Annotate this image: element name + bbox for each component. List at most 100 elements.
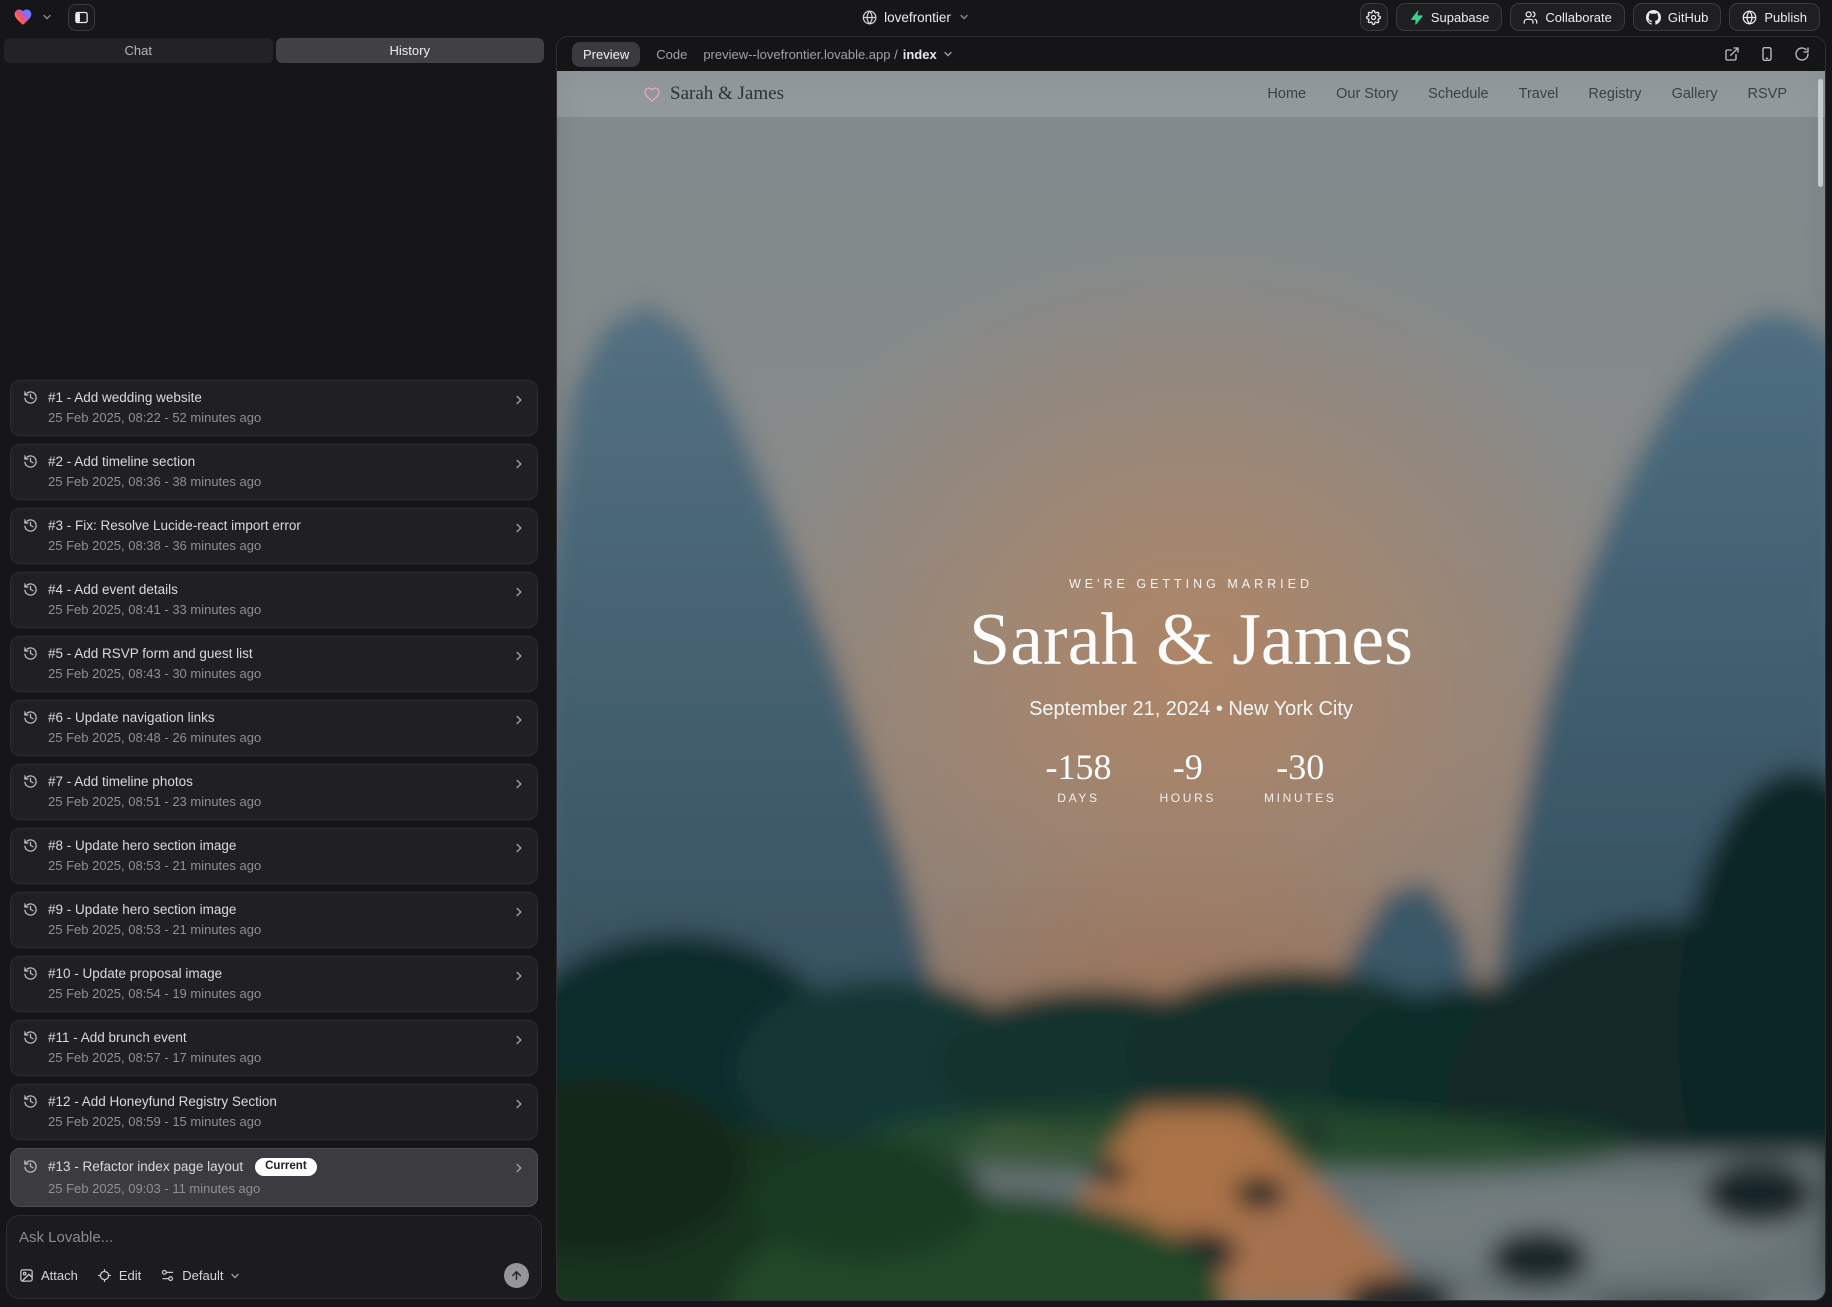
toggle-sidebar-button[interactable] — [68, 4, 95, 31]
nav-home[interactable]: Home — [1267, 86, 1306, 102]
mobile-view-icon[interactable] — [1759, 46, 1775, 62]
history-item[interactable]: #11 - Add brunch event 25 Feb 2025, 08:5… — [10, 1020, 538, 1076]
history-item[interactable]: #3 - Fix: Resolve Lucide-react import er… — [10, 508, 538, 564]
history-icon — [23, 1159, 38, 1174]
history-item[interactable]: #2 - Add timeline section 25 Feb 2025, 0… — [10, 444, 538, 500]
composer-input[interactable]: Ask Lovable... — [19, 1229, 529, 1246]
chevron-down-icon[interactable] — [41, 11, 53, 23]
chat-composer: Ask Lovable... Attach Edit Default — [6, 1215, 542, 1299]
mode-select[interactable]: Default — [160, 1268, 241, 1283]
site-header: Sarah & James Home Our Story Schedule Tr… — [557, 71, 1825, 117]
history-title: #10 - Update proposal image — [48, 966, 222, 981]
chevron-right-icon — [512, 585, 526, 599]
preview-url[interactable]: preview--lovefrontier.lovable.app / inde… — [703, 47, 953, 62]
countdown-minutes: -30 MINUTES — [1264, 749, 1336, 805]
history-item-current[interactable]: #13 - Refactor index page layoutCurrent … — [10, 1148, 538, 1208]
nav-registry[interactable]: Registry — [1588, 86, 1641, 102]
github-button[interactable]: GitHub — [1633, 3, 1721, 31]
history-title: #6 - Update navigation links — [48, 710, 215, 725]
tab-code[interactable]: Code — [656, 47, 687, 62]
history-item[interactable]: #4 - Add event details 25 Feb 2025, 08:4… — [10, 572, 538, 628]
users-icon — [1523, 10, 1538, 25]
nav-travel[interactable]: Travel — [1519, 86, 1559, 102]
send-button[interactable] — [504, 1263, 529, 1288]
history-item[interactable]: #10 - Update proposal image 25 Feb 2025,… — [10, 956, 538, 1012]
project-name: lovefrontier — [884, 10, 951, 25]
history-icon — [23, 582, 38, 597]
supabase-icon — [1409, 10, 1424, 25]
edit-select-button[interactable]: Edit — [97, 1268, 141, 1283]
history-title: #4 - Add event details — [48, 582, 178, 597]
nav-schedule[interactable]: Schedule — [1428, 86, 1488, 102]
site-preview: Sarah & James Home Our Story Schedule Tr… — [557, 71, 1825, 1300]
nav-gallery[interactable]: Gallery — [1672, 86, 1718, 102]
nav-our-story[interactable]: Our Story — [1336, 86, 1398, 102]
history-icon — [23, 902, 38, 917]
history-icon — [23, 390, 38, 405]
chevron-right-icon — [512, 777, 526, 791]
image-icon — [19, 1268, 34, 1283]
lovable-logo-icon[interactable] — [12, 7, 34, 27]
history-meta: 25 Feb 2025, 08:53 - 21 minutes ago — [48, 858, 525, 873]
publish-button[interactable]: Publish — [1729, 3, 1820, 31]
history-meta: 25 Feb 2025, 08:43 - 30 minutes ago — [48, 666, 525, 681]
tab-preview[interactable]: Preview — [572, 42, 640, 67]
chevron-right-icon — [512, 521, 526, 535]
history-title: #9 - Update hero section image — [48, 902, 236, 917]
history-item[interactable]: #6 - Update navigation links 25 Feb 2025… — [10, 700, 538, 756]
open-external-icon[interactable] — [1724, 46, 1740, 62]
history-item[interactable]: #9 - Update hero section image 25 Feb 20… — [10, 892, 538, 948]
history-meta: 25 Feb 2025, 08:48 - 26 minutes ago — [48, 730, 525, 745]
history-title: #12 - Add Honeyfund Registry Section — [48, 1094, 277, 1109]
settings-button[interactable] — [1360, 3, 1388, 31]
chevron-right-icon — [512, 393, 526, 407]
preview-url-page: index — [903, 47, 937, 62]
hero-content: WE'RE GETTING MARRIED Sarah & James Sept… — [557, 577, 1825, 805]
supabase-button[interactable]: Supabase — [1396, 3, 1503, 31]
history-item[interactable]: #12 - Add Honeyfund Registry Section 25 … — [10, 1084, 538, 1140]
site-brand[interactable]: Sarah & James — [643, 83, 784, 105]
chevron-down-icon — [229, 1270, 241, 1282]
history-title: #1 - Add wedding website — [48, 390, 202, 405]
tab-history[interactable]: History — [276, 38, 545, 63]
history-item[interactable]: #5 - Add RSVP form and guest list 25 Feb… — [10, 636, 538, 692]
hero-title: Sarah & James — [557, 599, 1825, 682]
nav-rsvp[interactable]: RSVP — [1748, 86, 1788, 102]
github-icon — [1646, 10, 1661, 25]
history-icon — [23, 710, 38, 725]
target-icon — [97, 1268, 112, 1283]
history-meta: 25 Feb 2025, 08:22 - 52 minutes ago — [48, 410, 525, 425]
history-icon — [23, 774, 38, 789]
gear-icon — [1366, 10, 1381, 25]
project-switcher[interactable]: lovefrontier — [862, 0, 970, 34]
history-meta: 25 Feb 2025, 08:41 - 33 minutes ago — [48, 602, 525, 617]
chevron-down-icon — [958, 11, 970, 23]
history-meta: 25 Feb 2025, 08:53 - 21 minutes ago — [48, 922, 525, 937]
site-nav: Home Our Story Schedule Travel Registry … — [1267, 86, 1787, 102]
sidebar: Chat History #1 - Add wedding website 25… — [0, 34, 548, 1307]
countdown: -158 DAYS -9 HOURS -30 MINUTES — [557, 749, 1825, 805]
history-meta: 25 Feb 2025, 08:59 - 15 minutes ago — [48, 1114, 525, 1129]
chevron-right-icon — [512, 713, 526, 727]
attach-button[interactable]: Attach — [19, 1268, 78, 1283]
history-title: #11 - Add brunch event — [48, 1030, 187, 1045]
chevron-right-icon — [512, 905, 526, 919]
top-bar: lovefrontier Supabase Collaborate GitHub… — [0, 0, 1832, 34]
collaborate-button[interactable]: Collaborate — [1510, 3, 1625, 31]
history-item[interactable]: #7 - Add timeline photos 25 Feb 2025, 08… — [10, 764, 538, 820]
sliders-icon — [160, 1268, 175, 1283]
history-meta: 25 Feb 2025, 08:51 - 23 minutes ago — [48, 794, 525, 809]
history-item[interactable]: #8 - Update hero section image 25 Feb 20… — [10, 828, 538, 884]
refresh-icon[interactable] — [1794, 46, 1810, 62]
history-meta: 25 Feb 2025, 09:03 - 11 minutes ago — [48, 1181, 525, 1196]
history-icon — [23, 1030, 38, 1045]
history-icon — [23, 966, 38, 981]
history-meta: 25 Feb 2025, 08:57 - 17 minutes ago — [48, 1050, 525, 1065]
preview-scrollbar[interactable] — [1818, 79, 1823, 187]
preview-panel: Preview Code preview--lovefrontier.lovab… — [556, 36, 1826, 1301]
history-item[interactable]: #1 - Add wedding website 25 Feb 2025, 08… — [10, 380, 538, 436]
preview-toolbar: Preview Code preview--lovefrontier.lovab… — [557, 37, 1825, 71]
tab-chat[interactable]: Chat — [4, 38, 273, 63]
history-icon — [23, 518, 38, 533]
chevron-right-icon — [512, 969, 526, 983]
